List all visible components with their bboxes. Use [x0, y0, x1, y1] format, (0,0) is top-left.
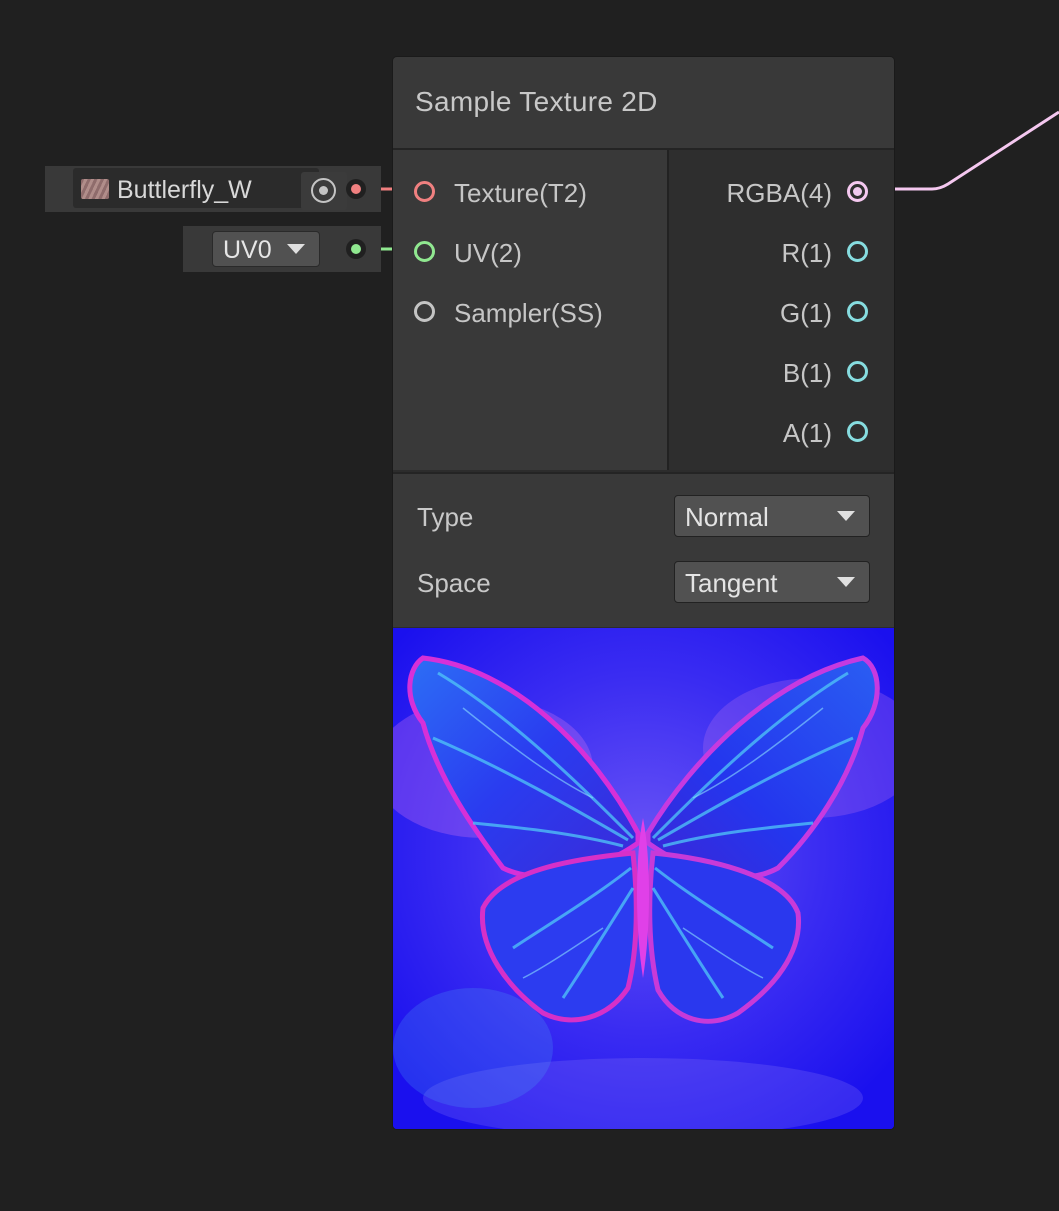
- uv-field-port-dot: [351, 244, 361, 254]
- sampler-input-port[interactable]: [414, 301, 435, 322]
- space-dropdown-value: Tangent: [685, 568, 778, 598]
- chevron-down-icon: [837, 577, 855, 587]
- a-output-port[interactable]: [847, 421, 868, 442]
- texture-inline-field: Buttlerfly_W: [45, 166, 381, 212]
- input-ports-panel: Texture(T2) UV(2) Sampler(SS): [393, 150, 667, 470]
- texture-preview[interactable]: [393, 628, 894, 1129]
- type-dropdown-value: Normal: [685, 502, 769, 532]
- b-output-label: B(1): [782, 358, 832, 388]
- chevron-down-icon: [837, 511, 855, 521]
- rgba-output-port[interactable]: [847, 181, 868, 202]
- sampler-input-label: Sampler(SS): [454, 298, 603, 328]
- b-output-port[interactable]: [847, 361, 868, 382]
- texture-object-field[interactable]: Buttlerfly_W: [73, 168, 347, 210]
- texture-input-label: Texture(T2): [454, 178, 587, 208]
- object-picker-button[interactable]: [301, 172, 347, 210]
- space-label: Space: [417, 568, 491, 598]
- uv-input-label: UV(2): [454, 238, 522, 268]
- sample-texture-2d-node[interactable]: Sample Texture 2D Texture(T2) UV(2) Samp…: [393, 57, 894, 1129]
- node-header[interactable]: Sample Texture 2D: [393, 57, 894, 150]
- texture-input-port[interactable]: [414, 181, 435, 202]
- uv-input-port[interactable]: [414, 241, 435, 262]
- texture-field-port-dot: [351, 184, 361, 194]
- a-output-label: A(1): [782, 418, 832, 448]
- node-title: Sample Texture 2D: [415, 86, 658, 117]
- node-settings-panel: Type Normal Space Tangent: [393, 472, 894, 627]
- type-label: Type: [417, 502, 474, 532]
- chevron-down-icon: [287, 244, 305, 254]
- g-output-label: G(1): [780, 298, 832, 328]
- type-dropdown[interactable]: Normal: [674, 495, 870, 537]
- output-ports-panel: RGBA(4) R(1) G(1) B(1) A(1): [669, 150, 894, 470]
- uv-inline-field: UV0: [183, 226, 381, 272]
- butterfly-normal-map-preview: [393, 628, 894, 1129]
- rgba-output-wire[interactable]: [872, 110, 1059, 191]
- r-output-label: R(1): [781, 238, 832, 268]
- uv-channel-value: UV0: [223, 236, 272, 264]
- space-dropdown[interactable]: Tangent: [674, 561, 870, 603]
- r-output-port[interactable]: [847, 241, 868, 262]
- texture-thumbnail-icon: [81, 179, 109, 199]
- object-picker-icon: [311, 178, 336, 203]
- texture-name: Buttlerfly_W: [117, 176, 252, 204]
- shader-graph-canvas[interactable]: Buttlerfly_W UV0 Sample Texture 2D Textu…: [0, 0, 1059, 1211]
- rgba-output-label: RGBA(4): [726, 178, 832, 208]
- g-output-port[interactable]: [847, 301, 868, 322]
- uv-channel-dropdown[interactable]: UV0: [212, 231, 320, 267]
